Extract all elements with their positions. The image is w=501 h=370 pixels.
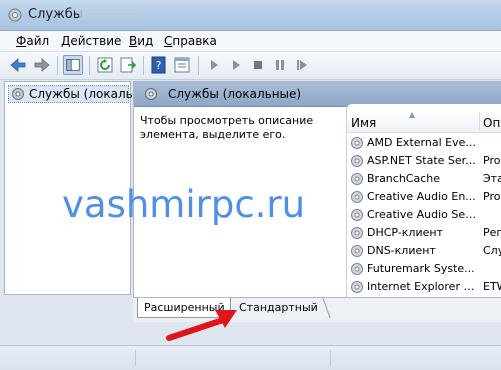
service-description: Рег — [483, 226, 501, 239]
console-tree-icon[interactable] — [63, 55, 83, 75]
menu-file[interactable]: Файл — [16, 34, 49, 48]
refresh-icon[interactable] — [95, 55, 115, 75]
table-row[interactable]: BranchCache Эта — [347, 170, 501, 188]
service-gear-icon — [351, 173, 363, 185]
help-icon[interactable]: ? — [149, 55, 169, 75]
column-header-name[interactable]: Имя — [351, 116, 376, 130]
toolbar-separator — [143, 56, 144, 75]
service-name: DHCP-клиент — [367, 226, 443, 239]
start-service-icon[interactable] — [204, 55, 224, 75]
service-name: AMD External Eve... — [367, 136, 476, 149]
menu-action[interactable]: Действие — [61, 34, 121, 48]
table-row[interactable]: Creative Audio Ser... — [347, 206, 501, 224]
tree-item-label: Службы (локалы — [29, 87, 136, 101]
sort-ascending-icon: ▲ — [409, 110, 416, 119]
tree-item-services-local[interactable]: Службы (локалы — [8, 85, 135, 103]
service-gear-icon — [351, 155, 363, 167]
table-row[interactable]: Futuremark Syste... — [347, 260, 501, 278]
window-title: Службы — [28, 7, 84, 22]
restart-service-icon[interactable] — [292, 55, 312, 75]
list-header: ▲ Имя Опи — [347, 110, 501, 133]
service-description: Слу — [483, 244, 501, 257]
export-list-icon[interactable] — [118, 55, 138, 75]
status-bar — [0, 345, 501, 370]
table-row[interactable]: DHCP-клиент Рег — [347, 224, 501, 242]
service-description: ETW — [483, 280, 501, 293]
toolbar: ? — [0, 52, 501, 80]
forward-arrow-icon[interactable] — [32, 55, 52, 75]
svg-text:?: ? — [156, 59, 162, 72]
table-row[interactable]: Creative Audio En... Prov — [347, 188, 501, 206]
services-list[interactable]: ▲ Имя Опи AMD External Eve... ASP.NET Sta… — [346, 104, 501, 298]
start-service-alt-icon[interactable] — [226, 55, 246, 75]
service-description: Эта — [483, 172, 501, 185]
toolbar-separator — [89, 56, 90, 75]
service-gear-icon — [351, 281, 363, 293]
service-name: Creative Audio Ser... — [367, 208, 477, 221]
table-row[interactable]: AMD External Eve... — [347, 134, 501, 152]
stop-service-icon[interactable] — [248, 55, 268, 75]
services-gear-icon — [145, 88, 157, 100]
service-gear-icon — [351, 245, 363, 257]
red-arrow-annotation — [166, 310, 237, 341]
service-description: Prov — [483, 154, 501, 167]
description-hint: Чтобы просмотреть описание элемента, выд… — [140, 114, 314, 141]
service-name: ASP.NET State Ser... — [367, 154, 476, 167]
status-divider — [135, 350, 136, 366]
service-name: Internet Explorer E... — [367, 280, 477, 293]
back-arrow-icon[interactable] — [8, 55, 28, 75]
column-divider[interactable] — [479, 112, 480, 130]
table-row[interactable]: Internet Explorer E... ETW — [347, 278, 501, 296]
title-bar: Службы — [0, 0, 501, 31]
services-gear-icon — [8, 8, 22, 22]
table-row[interactable]: ASP.NET State Ser... Prov — [347, 152, 501, 170]
service-gear-icon — [351, 191, 363, 203]
table-row[interactable]: DNS-клиент Слу — [347, 242, 501, 260]
service-gear-icon — [351, 209, 363, 221]
menu-bar: Файл Действие Вид Справка — [0, 31, 501, 52]
service-gear-icon — [351, 137, 363, 149]
services-gear-icon — [12, 88, 24, 100]
column-header-description[interactable]: Опи — [483, 116, 501, 130]
service-gear-icon — [351, 263, 363, 275]
service-name: DNS-клиент — [367, 244, 436, 257]
menu-help[interactable]: Справка — [164, 34, 217, 48]
pane-title: Службы (локальные) — [168, 87, 302, 101]
watermark-text: vashmirpc.ru — [62, 183, 306, 226]
list-rows: AMD External Eve... ASP.NET State Ser... P… — [347, 134, 501, 296]
pause-service-icon[interactable] — [270, 55, 290, 75]
service-name: Creative Audio En... — [367, 190, 476, 203]
service-gear-icon — [351, 227, 363, 239]
service-name: BranchCache — [367, 172, 441, 185]
service-name: Futuremark Syste... — [367, 262, 475, 275]
toolbar-separator — [57, 56, 58, 75]
menu-view[interactable]: Вид — [129, 34, 153, 48]
properties-icon[interactable] — [172, 55, 192, 75]
blurred-title-suffix — [79, 9, 141, 19]
status-divider — [330, 350, 331, 366]
service-description: Prov — [483, 190, 501, 203]
toolbar-separator — [198, 56, 199, 75]
